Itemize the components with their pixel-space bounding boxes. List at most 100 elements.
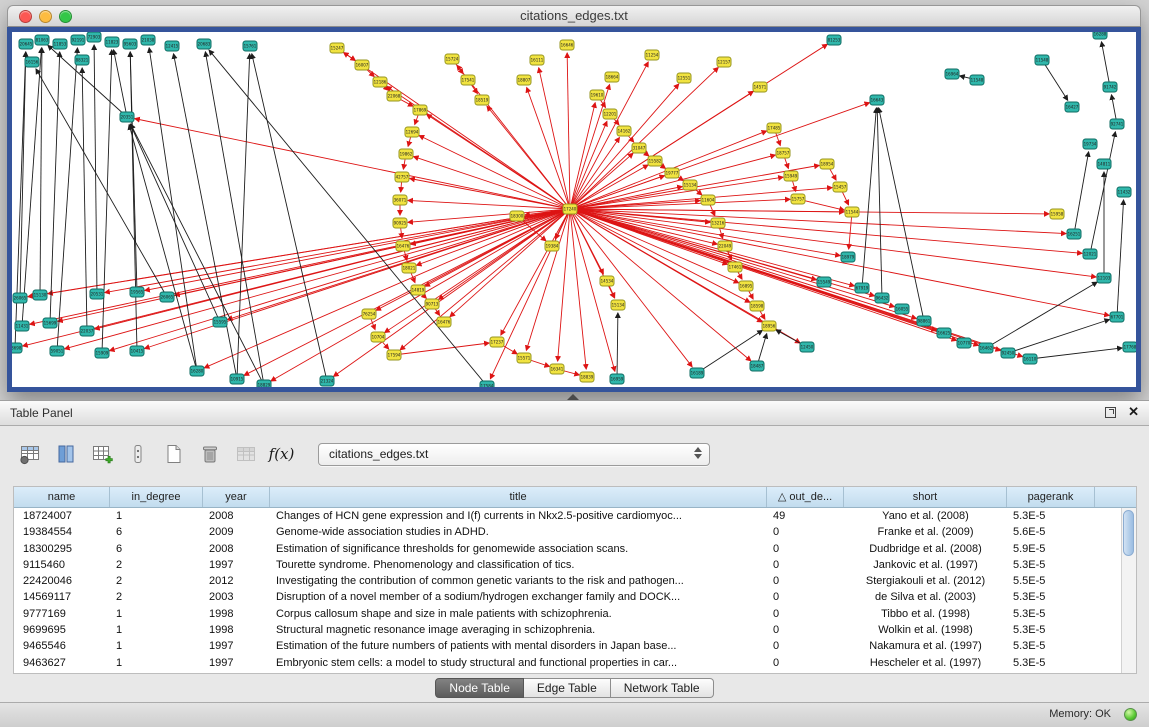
close-window-button[interactable] (19, 10, 32, 23)
graph-node[interactable]: 67919 (855, 283, 869, 293)
graph-node[interactable]: 17485 (767, 123, 781, 133)
graph-node[interactable]: 12157 (717, 57, 731, 67)
graph-node[interactable]: 18021 (402, 263, 416, 273)
table-row[interactable]: 911546021997Tourette syndrome. Phenomeno… (14, 557, 1136, 573)
table-mode-icon[interactable] (16, 441, 43, 468)
graph-node[interactable]: 16110 (1023, 354, 1037, 364)
graph-node[interactable]: 91742 (1103, 82, 1117, 92)
minimize-window-button[interactable] (39, 10, 52, 23)
tab-edge-table[interactable]: Edge Table (524, 678, 611, 698)
graph-node[interactable]: 15958 (1050, 209, 1064, 219)
graph-node[interactable]: 26065 (160, 292, 174, 302)
graph-node[interactable]: 16288 (1093, 32, 1107, 39)
graph-node[interactable]: 21038 (141, 35, 155, 45)
graph-node[interactable]: 16895 (739, 281, 753, 291)
column-header-title[interactable]: title (270, 487, 767, 507)
column-header-pagerank[interactable]: pagerank (1007, 487, 1095, 507)
graph-node[interactable]: 15130 (33, 290, 47, 300)
tab-node-table[interactable]: Node Table (435, 678, 524, 698)
graph-node[interactable]: 15761 (243, 41, 257, 51)
graph-node[interactable]: 36071 (393, 195, 407, 205)
graph-node[interactable]: 16111 (530, 55, 544, 65)
graph-node[interactable]: 16251 (1067, 229, 1081, 239)
graph-node[interactable]: 12201 (603, 109, 617, 119)
graph-node[interactable]: 15457 (833, 182, 847, 192)
graph-node[interactable]: 90925 (393, 218, 407, 228)
graph-node[interactable]: 17768 (1123, 342, 1136, 352)
graph-node[interactable]: 21324 (320, 376, 334, 386)
table-row[interactable]: 946362711997Embryonic stem cells: a mode… (14, 655, 1136, 671)
graph-node[interactable]: 18698 (12, 343, 22, 353)
graph-node[interactable]: 18664 (605, 72, 619, 82)
graph-node[interactable]: 59051 (50, 346, 64, 356)
graph-node[interactable]: 14534 (600, 276, 614, 286)
graph-node[interactable]: 20645 (19, 39, 33, 49)
graph-node[interactable]: 19777 (665, 168, 679, 178)
graph-node[interactable]: 14162 (617, 126, 631, 136)
float-panel-icon[interactable] (1105, 407, 1116, 418)
graph-node[interactable]: 12450 (800, 342, 814, 352)
graph-node[interactable]: 15134 (611, 300, 625, 310)
graph-node[interactable]: 11853 (53, 39, 67, 49)
graph-node[interactable]: 72903 (87, 32, 101, 42)
window-titlebar[interactable]: citations_edges.txt (7, 5, 1141, 27)
graph-node[interactable]: 14571 (753, 82, 767, 92)
table-row[interactable]: 2242004622012Investigating the contribut… (14, 573, 1136, 589)
graph-node[interactable]: 15134 (683, 180, 697, 190)
graph-node[interactable]: 17594 (387, 350, 401, 360)
graph-node[interactable]: 26065 (13, 293, 27, 303)
graph-node[interactable]: 18956 (762, 321, 776, 331)
column-header-name[interactable]: name (14, 487, 110, 507)
graph-node[interactable]: 15571 (517, 353, 531, 363)
graph-node[interactable]: 12186 (373, 77, 387, 87)
graph-node[interactable]: 92450 (1001, 348, 1015, 358)
column-header-year[interactable]: year (203, 487, 270, 507)
graph-node[interactable]: 20351 (120, 112, 134, 122)
graph-node[interactable]: 15582 (648, 156, 662, 166)
graph-node[interactable]: 19565 (130, 287, 144, 297)
column-header-out_de[interactable]: △ out_de... (767, 487, 844, 507)
graph-node[interactable]: 81063 (35, 35, 49, 45)
graph-node[interactable]: 17584 (480, 381, 494, 387)
graph-node[interactable]: 16646 (560, 40, 574, 50)
graph-node[interactable]: 31047 (632, 143, 646, 153)
graph-node[interactable]: 17461 (728, 262, 742, 272)
row-height-icon[interactable] (124, 441, 151, 468)
column-header-short[interactable]: short (844, 487, 1007, 507)
graph-node[interactable]: 11544 (845, 207, 859, 217)
graph-node[interactable]: 18300 (510, 211, 524, 221)
graph-node[interactable]: 76254 (362, 309, 376, 319)
graph-node[interactable]: 20531 (90, 289, 104, 299)
graph-node[interactable]: 88321 (75, 55, 89, 65)
graph-node[interactable]: 17237 (490, 337, 504, 347)
graph-node[interactable]: 16476 (437, 317, 451, 327)
new-table-icon[interactable] (160, 441, 187, 468)
graph-node[interactable]: 16156 (25, 57, 39, 67)
graph-node[interactable]: 12694 (405, 127, 419, 137)
graph-node[interactable]: 15247 (330, 43, 344, 53)
graph-node[interactable]: 16341 (550, 364, 564, 374)
graph-node[interactable]: 19384 (545, 241, 559, 251)
graph-node[interactable]: 18598 (750, 301, 764, 311)
graph-node[interactable]: 22068 (387, 91, 401, 101)
graph-node[interactable]: 16462 (979, 343, 993, 353)
graph-node[interactable]: 16055 (895, 304, 909, 314)
graph-node[interactable]: 15757 (791, 194, 805, 204)
graph-node[interactable]: 98861 (917, 316, 931, 326)
graph-node[interactable]: 11548 (970, 75, 984, 85)
graph-node[interactable]: 95603 (123, 39, 137, 49)
graph-node[interactable]: 15595 (213, 317, 227, 327)
graph-node[interactable]: 19610 (590, 90, 604, 100)
graph-node[interactable]: 18979 (841, 252, 855, 262)
scrollbar-thumb[interactable] (1123, 510, 1134, 556)
graph-node[interactable]: 11823 (105, 37, 119, 47)
graph-node[interactable]: 16625 (937, 328, 951, 338)
graph-node[interactable]: 18519 (475, 95, 489, 105)
close-panel-icon[interactable]: ✕ (1128, 405, 1139, 419)
graph-node[interactable]: 18829 (257, 380, 271, 387)
graph-node[interactable]: 11431 (15, 321, 29, 331)
table-row[interactable]: 1830029562008Estimation of significance … (14, 541, 1136, 557)
vertical-scrollbar[interactable] (1121, 508, 1136, 673)
graph-node[interactable]: 81253 (827, 35, 841, 45)
graph-node[interactable]: 11254 (645, 50, 659, 60)
